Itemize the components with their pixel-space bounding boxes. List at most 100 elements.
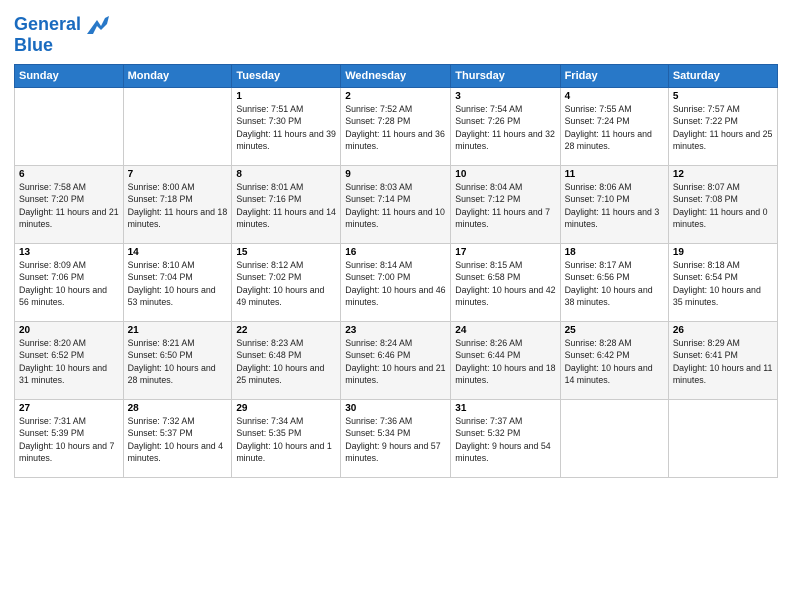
day-cell: 24Sunrise: 8:26 AMSunset: 6:44 PMDayligh… (451, 322, 560, 400)
day-cell: 11Sunrise: 8:06 AMSunset: 7:10 PMDayligh… (560, 166, 668, 244)
day-cell: 6Sunrise: 7:58 AMSunset: 7:20 PMDaylight… (15, 166, 124, 244)
day-cell: 5Sunrise: 7:57 AMSunset: 7:22 PMDaylight… (668, 88, 777, 166)
weekday-sunday: Sunday (15, 65, 124, 88)
day-info: Sunrise: 8:15 AMSunset: 6:58 PMDaylight:… (455, 259, 555, 308)
day-info: Sunrise: 8:24 AMSunset: 6:46 PMDaylight:… (345, 337, 446, 386)
day-cell: 3Sunrise: 7:54 AMSunset: 7:26 PMDaylight… (451, 88, 560, 166)
day-info: Sunrise: 7:57 AMSunset: 7:22 PMDaylight:… (673, 103, 773, 152)
day-cell: 10Sunrise: 8:04 AMSunset: 7:12 PMDayligh… (451, 166, 560, 244)
day-cell: 16Sunrise: 8:14 AMSunset: 7:00 PMDayligh… (341, 244, 451, 322)
week-row-0: 1Sunrise: 7:51 AMSunset: 7:30 PMDaylight… (15, 88, 778, 166)
week-row-2: 13Sunrise: 8:09 AMSunset: 7:06 PMDayligh… (15, 244, 778, 322)
day-info: Sunrise: 7:36 AMSunset: 5:34 PMDaylight:… (345, 415, 446, 464)
day-info: Sunrise: 7:58 AMSunset: 7:20 PMDaylight:… (19, 181, 119, 230)
day-number: 18 (565, 247, 664, 258)
day-number: 7 (128, 169, 228, 180)
day-cell: 21Sunrise: 8:21 AMSunset: 6:50 PMDayligh… (123, 322, 232, 400)
calendar-table: SundayMondayTuesdayWednesdayThursdayFrid… (14, 64, 778, 478)
day-cell: 23Sunrise: 8:24 AMSunset: 6:46 PMDayligh… (341, 322, 451, 400)
page: General Blue SundayMondayTuesdayWednesda… (0, 0, 792, 612)
day-info: Sunrise: 7:31 AMSunset: 5:39 PMDaylight:… (19, 415, 119, 464)
day-number: 10 (455, 169, 555, 180)
day-number: 29 (236, 403, 336, 414)
day-info: Sunrise: 7:52 AMSunset: 7:28 PMDaylight:… (345, 103, 446, 152)
day-number: 23 (345, 325, 446, 336)
day-number: 28 (128, 403, 228, 414)
day-cell: 13Sunrise: 8:09 AMSunset: 7:06 PMDayligh… (15, 244, 124, 322)
day-info: Sunrise: 8:18 AMSunset: 6:54 PMDaylight:… (673, 259, 773, 308)
day-number: 11 (565, 169, 664, 180)
day-info: Sunrise: 8:04 AMSunset: 7:12 PMDaylight:… (455, 181, 555, 230)
day-cell: 19Sunrise: 8:18 AMSunset: 6:54 PMDayligh… (668, 244, 777, 322)
header: General Blue (14, 10, 778, 56)
day-info: Sunrise: 8:20 AMSunset: 6:52 PMDaylight:… (19, 337, 119, 386)
day-number: 1 (236, 91, 336, 102)
day-info: Sunrise: 8:23 AMSunset: 6:48 PMDaylight:… (236, 337, 336, 386)
day-cell: 2Sunrise: 7:52 AMSunset: 7:28 PMDaylight… (341, 88, 451, 166)
day-cell: 1Sunrise: 7:51 AMSunset: 7:30 PMDaylight… (232, 88, 341, 166)
day-number: 31 (455, 403, 555, 414)
day-cell: 17Sunrise: 8:15 AMSunset: 6:58 PMDayligh… (451, 244, 560, 322)
day-info: Sunrise: 8:10 AMSunset: 7:04 PMDaylight:… (128, 259, 228, 308)
day-number: 3 (455, 91, 555, 102)
day-cell (15, 88, 124, 166)
day-cell: 14Sunrise: 8:10 AMSunset: 7:04 PMDayligh… (123, 244, 232, 322)
day-cell: 4Sunrise: 7:55 AMSunset: 7:24 PMDaylight… (560, 88, 668, 166)
day-number: 2 (345, 91, 446, 102)
day-number: 16 (345, 247, 446, 258)
day-info: Sunrise: 8:06 AMSunset: 7:10 PMDaylight:… (565, 181, 664, 230)
day-info: Sunrise: 7:54 AMSunset: 7:26 PMDaylight:… (455, 103, 555, 152)
day-info: Sunrise: 8:12 AMSunset: 7:02 PMDaylight:… (236, 259, 336, 308)
week-row-1: 6Sunrise: 7:58 AMSunset: 7:20 PMDaylight… (15, 166, 778, 244)
day-cell (123, 88, 232, 166)
day-number: 24 (455, 325, 555, 336)
logo-bird-icon (87, 14, 109, 36)
day-info: Sunrise: 7:37 AMSunset: 5:32 PMDaylight:… (455, 415, 555, 464)
day-number: 15 (236, 247, 336, 258)
day-number: 19 (673, 247, 773, 258)
day-info: Sunrise: 8:14 AMSunset: 7:00 PMDaylight:… (345, 259, 446, 308)
day-info: Sunrise: 8:00 AMSunset: 7:18 PMDaylight:… (128, 181, 228, 230)
day-cell: 31Sunrise: 7:37 AMSunset: 5:32 PMDayligh… (451, 400, 560, 478)
day-number: 4 (565, 91, 664, 102)
day-number: 27 (19, 403, 119, 414)
day-cell: 12Sunrise: 8:07 AMSunset: 7:08 PMDayligh… (668, 166, 777, 244)
logo: General Blue (14, 14, 109, 56)
day-cell: 22Sunrise: 8:23 AMSunset: 6:48 PMDayligh… (232, 322, 341, 400)
day-cell: 26Sunrise: 8:29 AMSunset: 6:41 PMDayligh… (668, 322, 777, 400)
weekday-saturday: Saturday (668, 65, 777, 88)
logo-text: General (14, 14, 109, 36)
day-info: Sunrise: 8:26 AMSunset: 6:44 PMDaylight:… (455, 337, 555, 386)
day-number: 5 (673, 91, 773, 102)
day-number: 12 (673, 169, 773, 180)
day-number: 8 (236, 169, 336, 180)
weekday-tuesday: Tuesday (232, 65, 341, 88)
day-number: 6 (19, 169, 119, 180)
weekday-friday: Friday (560, 65, 668, 88)
day-number: 13 (19, 247, 119, 258)
day-cell: 15Sunrise: 8:12 AMSunset: 7:02 PMDayligh… (232, 244, 341, 322)
day-info: Sunrise: 7:34 AMSunset: 5:35 PMDaylight:… (236, 415, 336, 464)
day-cell: 7Sunrise: 8:00 AMSunset: 7:18 PMDaylight… (123, 166, 232, 244)
day-info: Sunrise: 7:32 AMSunset: 5:37 PMDaylight:… (128, 415, 228, 464)
day-number: 26 (673, 325, 773, 336)
day-info: Sunrise: 8:09 AMSunset: 7:06 PMDaylight:… (19, 259, 119, 308)
day-cell: 30Sunrise: 7:36 AMSunset: 5:34 PMDayligh… (341, 400, 451, 478)
day-info: Sunrise: 8:29 AMSunset: 6:41 PMDaylight:… (673, 337, 773, 386)
day-info: Sunrise: 8:17 AMSunset: 6:56 PMDaylight:… (565, 259, 664, 308)
day-number: 30 (345, 403, 446, 414)
day-number: 20 (19, 325, 119, 336)
weekday-monday: Monday (123, 65, 232, 88)
week-row-4: 27Sunrise: 7:31 AMSunset: 5:39 PMDayligh… (15, 400, 778, 478)
day-info: Sunrise: 8:21 AMSunset: 6:50 PMDaylight:… (128, 337, 228, 386)
weekday-thursday: Thursday (451, 65, 560, 88)
day-cell (560, 400, 668, 478)
day-cell: 27Sunrise: 7:31 AMSunset: 5:39 PMDayligh… (15, 400, 124, 478)
day-info: Sunrise: 7:55 AMSunset: 7:24 PMDaylight:… (565, 103, 664, 152)
day-cell: 8Sunrise: 8:01 AMSunset: 7:16 PMDaylight… (232, 166, 341, 244)
day-number: 14 (128, 247, 228, 258)
day-info: Sunrise: 8:28 AMSunset: 6:42 PMDaylight:… (565, 337, 664, 386)
day-number: 21 (128, 325, 228, 336)
day-number: 9 (345, 169, 446, 180)
day-number: 25 (565, 325, 664, 336)
